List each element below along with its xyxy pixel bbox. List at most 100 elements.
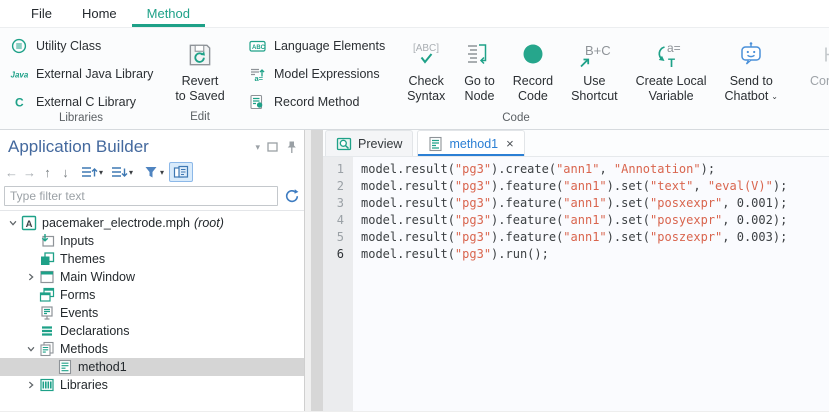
chevron-down-icon[interactable]	[24, 344, 38, 354]
tree-item-label: Inputs	[60, 234, 94, 248]
chevron-down-icon[interactable]	[6, 218, 20, 228]
line-number: 4	[323, 212, 344, 229]
tree-item-label: pacemaker_electrode.mph	[42, 216, 190, 230]
tab-preview[interactable]: Preview	[325, 130, 413, 156]
tab-method[interactable]: Method	[132, 0, 205, 27]
application-root-icon: A	[20, 215, 38, 231]
tree-item-pacemaker-electrode-mph[interactable]: Apacemaker_electrode.mph(root)	[0, 214, 304, 232]
declarations-icon	[38, 323, 56, 339]
tab-method1[interactable]: method1 ×	[417, 130, 524, 156]
move-down-arrow-icon[interactable]: ↓	[57, 162, 74, 182]
record-method-button[interactable]: Record Method	[247, 92, 385, 111]
utility-class-label: Utility Class	[36, 39, 101, 53]
preview-icon	[336, 136, 352, 152]
forms-icon	[38, 287, 56, 303]
record-code-icon	[520, 36, 546, 74]
create-local-variable-icon: a=T	[653, 36, 689, 74]
tree-item-themes[interactable]: Themes	[0, 250, 304, 268]
expand-list-icon[interactable]	[80, 162, 98, 182]
group-label-edit: Edit	[162, 110, 238, 129]
record-method-icon	[247, 94, 267, 110]
check-syntax-button[interactable]: [ABC] Check Syntax	[399, 36, 453, 104]
revert-label-line2: to Saved	[175, 89, 224, 104]
code-editor[interactable]: 123456 model.result("pg3").create("ann1"…	[323, 157, 829, 411]
panel-splitter[interactable]	[304, 130, 323, 411]
external-c-library-button[interactable]: C External C Library	[9, 92, 153, 111]
filter-text-input[interactable]	[4, 186, 278, 206]
go-to-node-label-line1: Go to	[464, 74, 495, 89]
chevron-right-icon[interactable]	[24, 272, 38, 282]
libraries-icon	[38, 377, 56, 393]
model-tree: Apacemaker_electrode.mph(root) Inputs Them…	[0, 210, 304, 411]
back-arrow-icon[interactable]: ←	[3, 162, 20, 182]
code-line[interactable]: model.result("pg3").feature("ann1").set(…	[361, 178, 787, 195]
tree-item-libraries[interactable]: Libraries	[0, 376, 304, 394]
tree-item-label: Events	[60, 306, 98, 320]
tab-method1-label: method1	[449, 137, 498, 151]
continue-button[interactable]: Continue	[803, 36, 829, 89]
tree-item-declarations[interactable]: Declarations	[0, 322, 304, 340]
code-lines[interactable]: model.result("pg3").create("ann1", "Anno…	[353, 157, 787, 411]
float-panel-icon[interactable]	[267, 142, 278, 152]
tab-file[interactable]: File	[16, 0, 67, 27]
collapse-list-icon[interactable]	[110, 162, 128, 182]
tree-item-forms[interactable]: Forms	[0, 286, 304, 304]
group-label-continue	[794, 122, 829, 129]
svg-text:A: A	[26, 219, 33, 230]
method-doc-icon	[56, 359, 74, 375]
move-up-arrow-icon[interactable]: ↑	[39, 162, 56, 182]
create-local-variable-button[interactable]: a=T Create Local Variable	[629, 36, 714, 104]
chevron-down-icon[interactable]: ▾	[99, 168, 103, 177]
close-tab-icon[interactable]: ×	[506, 136, 514, 151]
code-line[interactable]: model.result("pg3").feature("ann1").set(…	[361, 195, 787, 212]
model-expressions-button[interactable]: a= Model Expressions	[247, 64, 385, 83]
record-code-button[interactable]: Record Code	[506, 36, 560, 104]
go-to-node-button[interactable]: Go to Node	[457, 36, 502, 104]
java-icon: Java	[9, 66, 29, 82]
utility-class-button[interactable]: Utility Class	[9, 36, 153, 55]
tab-home[interactable]: Home	[67, 0, 132, 27]
record-method-label: Record Method	[274, 95, 359, 109]
forward-arrow-icon[interactable]: →	[21, 162, 38, 182]
code-line[interactable]: model.result("pg3").create("ann1", "Anno…	[361, 161, 787, 178]
svg-text:C: C	[15, 95, 24, 109]
tab-preview-label: Preview	[358, 137, 402, 151]
language-elements-button[interactable]: ABC Language Elements	[247, 36, 385, 55]
code-line[interactable]: model.result("pg3").run();	[361, 246, 787, 263]
svg-text:T: T	[668, 58, 675, 69]
ribbon-group-code: ABC Language Elements a= Model Expressio…	[238, 28, 794, 129]
chevron-down-icon[interactable]: ▾	[160, 168, 164, 177]
code-line[interactable]: model.result("pg3").feature("ann1").set(…	[361, 229, 787, 246]
chevron-right-icon[interactable]	[24, 380, 38, 390]
external-java-library-label: External Java Library	[36, 67, 153, 81]
panel-chevron-icon[interactable]: ▾	[255, 142, 260, 153]
tree-item-events[interactable]: Events	[0, 304, 304, 322]
revert-to-saved-button[interactable]: Revert to Saved	[168, 36, 231, 104]
filter-funnel-icon[interactable]	[142, 162, 159, 182]
use-shortcut-button[interactable]: B+C Use Shortcut	[564, 36, 625, 104]
method-editor: Preview method1 × 123456 model.result("p…	[323, 130, 829, 411]
tree-item-inputs[interactable]: Inputs	[0, 232, 304, 250]
continue-label: Continue	[810, 74, 829, 89]
code-line[interactable]: model.result("pg3").feature("ann1").set(…	[361, 212, 787, 229]
go-to-node-label-line2: Node	[464, 89, 495, 104]
chevron-down-icon[interactable]: ▾	[129, 168, 133, 177]
tree-item-main-window[interactable]: Main Window	[0, 268, 304, 286]
methods-icon	[38, 341, 56, 357]
pin-panel-icon[interactable]	[285, 140, 298, 154]
check-syntax-label-line1: Check	[407, 74, 445, 89]
continue-icon	[818, 36, 829, 74]
tree-toolbar: ← → ↑ ↓ ▾ ▾ ▾	[0, 160, 304, 184]
line-number: 1	[323, 161, 344, 178]
create-local-variable-label-line2: Variable	[636, 89, 707, 104]
send-to-chatbot-button[interactable]: Send to Chatbot ⌄	[718, 36, 785, 104]
ribbon-group-edit: Revert to Saved Edit	[162, 28, 238, 129]
tree-item-methods[interactable]: Methods	[0, 340, 304, 358]
refresh-icon[interactable]	[284, 188, 300, 204]
tree-item-label: Declarations	[60, 324, 129, 338]
send-to-chatbot-label-line2: Chatbot	[725, 89, 769, 104]
external-java-library-button[interactable]: Java External Java Library	[9, 64, 153, 83]
line-number-gutter: 123456	[323, 157, 353, 411]
node-view-toggle-button[interactable]	[169, 162, 193, 182]
tree-item-method1[interactable]: method1	[0, 358, 304, 376]
